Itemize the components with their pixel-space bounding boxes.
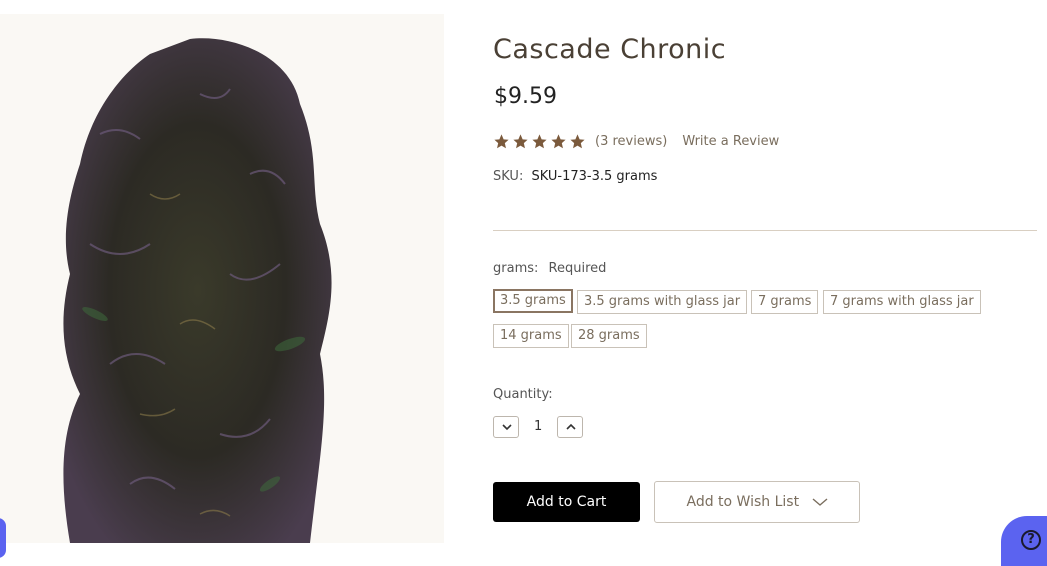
add-to-cart-button[interactable]: Add to Cart	[493, 482, 640, 522]
quantity-input[interactable]: 1	[534, 419, 542, 434]
quantity-decrease-button[interactable]	[493, 416, 519, 438]
star-icon	[531, 133, 548, 150]
reviews-link[interactable]: (3 reviews)	[595, 134, 667, 149]
chevron-down-icon	[502, 424, 512, 431]
divider	[493, 230, 1037, 231]
required-indicator: Required	[548, 261, 607, 276]
sku: SKU: SKU-173-3.5 grams	[493, 169, 657, 184]
rating: (3 reviews) Write a Review	[493, 131, 779, 151]
wishlist-label: Add to Wish List	[686, 494, 800, 510]
chevron-up-icon	[566, 423, 576, 430]
star-icon	[493, 133, 510, 150]
sku-value: SKU-173-3.5 grams	[531, 169, 658, 184]
quantity-increase-button[interactable]	[557, 416, 583, 438]
star-icon	[569, 133, 586, 150]
product-title: Cascade Chronic	[493, 34, 727, 65]
add-to-wishlist-button[interactable]: Add to Wish List	[654, 481, 860, 523]
option-7-grams[interactable]: 7 grams	[751, 290, 819, 314]
option-7-grams-glass-jar[interactable]: 7 grams with glass jar	[823, 290, 981, 314]
side-tab[interactable]	[0, 518, 6, 558]
option-label: grams: Required	[493, 261, 606, 276]
product-price: $9.59	[494, 84, 557, 109]
option-28-grams[interactable]: 28 grams	[571, 324, 647, 348]
star-icon	[512, 133, 529, 150]
help-icon: ?	[1021, 530, 1041, 550]
write-review-link[interactable]: Write a Review	[682, 134, 779, 149]
star-icon	[550, 133, 567, 150]
quantity-label: Quantity:	[493, 387, 553, 402]
help-chat-button[interactable]: ?	[1001, 516, 1047, 566]
product-photo	[63, 38, 332, 543]
option-14-grams[interactable]: 14 grams	[493, 324, 569, 348]
product-image[interactable]	[0, 14, 444, 543]
chevron-down-icon	[812, 498, 827, 506]
option-name: grams:	[493, 261, 539, 276]
option-3-5-grams-glass-jar[interactable]: 3.5 grams with glass jar	[577, 290, 748, 314]
sku-label: SKU:	[493, 169, 524, 184]
option-3-5-grams[interactable]: 3.5 grams	[493, 289, 573, 313]
